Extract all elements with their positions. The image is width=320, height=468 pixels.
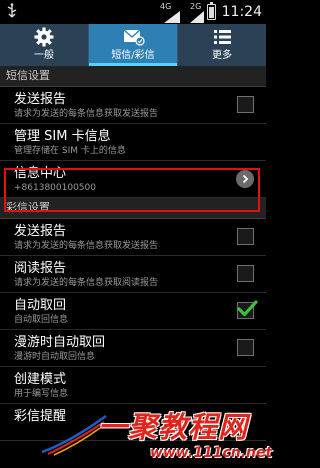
tab-sms-mms[interactable]: 短信/彩信 bbox=[89, 24, 178, 66]
usb-icon bbox=[7, 3, 17, 18]
item-subtitle: 漫游时自动取回信息 bbox=[14, 352, 96, 362]
auto-retrieve-item[interactable]: 自动取回 自动取回信息 bbox=[0, 293, 266, 330]
mms-alert-item[interactable]: 彩信提醒 bbox=[0, 404, 266, 441]
status-time: 11:24 bbox=[221, 4, 262, 20]
item-subtitle: 用于编写信息 bbox=[14, 389, 69, 399]
item-title: 彩信提醒 bbox=[14, 409, 67, 424]
message-center-number: +8613800100500 bbox=[14, 183, 96, 193]
tab-general-label: 一般 bbox=[34, 50, 54, 61]
item-subtitle: 请求为发送的每条信息获取发送报告 bbox=[14, 241, 159, 251]
creation-mode-item[interactable]: 创建模式 用于编写信息 bbox=[0, 367, 266, 404]
item-subtitle: 请求为发送的每条信息获取阅读报告 bbox=[14, 278, 159, 288]
read-report-item[interactable]: 阅读报告 请求为发送的每条信息获取阅读报告 bbox=[0, 256, 266, 293]
read-report-checkbox[interactable] bbox=[237, 265, 254, 282]
manage-sim-messages-item[interactable]: 管理 SIM 卡信息 管理存储在 SIM 卡上的信息 bbox=[0, 124, 266, 161]
message-icon bbox=[123, 29, 145, 46]
item-subtitle: 管理存储在 SIM 卡上的信息 bbox=[14, 146, 126, 156]
tab-sms-mms-label: 短信/彩信 bbox=[111, 50, 155, 61]
tab-more-label: 更多 bbox=[212, 50, 232, 61]
sms-delivery-report-checkbox[interactable] bbox=[237, 96, 254, 113]
settings-list: 短信设置 发送报告 请求为发送的每条信息获取发送报告 管理 SIM 卡信息 管理… bbox=[0, 66, 266, 441]
signal-2-icon bbox=[190, 11, 204, 23]
auto-retrieve-checkbox[interactable] bbox=[237, 300, 258, 319]
gear-icon bbox=[34, 27, 54, 47]
check-icon bbox=[237, 300, 258, 317]
roaming-auto-retrieve-item[interactable]: 漫游时自动取回 漫游时自动取回信息 bbox=[0, 330, 266, 367]
sms-delivery-report-item[interactable]: 发送报告 请求为发送的每条信息获取发送报告 bbox=[0, 87, 266, 124]
item-title: 信息中心 bbox=[14, 166, 67, 181]
item-subtitle: 请求为发送的每条信息获取发送报告 bbox=[14, 109, 159, 119]
chevron-right-icon[interactable] bbox=[236, 170, 254, 188]
item-subtitle: 自动取回信息 bbox=[14, 315, 69, 325]
item-title: 漫游时自动取回 bbox=[14, 335, 106, 350]
more-list-icon bbox=[214, 30, 231, 44]
item-title: 发送报告 bbox=[14, 224, 67, 239]
signal-1-icon bbox=[164, 11, 180, 23]
battery-icon bbox=[207, 2, 216, 20]
tab-general[interactable]: 一般 bbox=[0, 24, 89, 66]
mms-delivery-report-item[interactable]: 发送报告 请求为发送的每条信息获取发送报告 bbox=[0, 219, 266, 256]
watermark-url: www.111cn.net bbox=[150, 445, 273, 461]
item-title: 发送报告 bbox=[14, 92, 67, 107]
message-center-item[interactable]: 信息中心 +8613800100500 bbox=[0, 161, 266, 198]
item-title: 管理 SIM 卡信息 bbox=[14, 129, 111, 144]
tab-bar: 一般 短信/彩信 更多 bbox=[0, 24, 266, 66]
section-header-mms: 彩信设置 bbox=[0, 198, 266, 219]
roaming-auto-retrieve-checkbox[interactable] bbox=[237, 339, 254, 356]
section-header-sms: 短信设置 bbox=[0, 66, 266, 87]
mms-delivery-report-checkbox[interactable] bbox=[237, 228, 254, 245]
item-title: 自动取回 bbox=[14, 298, 67, 313]
item-title: 阅读报告 bbox=[14, 261, 67, 276]
tab-more[interactable]: 更多 bbox=[178, 24, 266, 66]
item-title: 创建模式 bbox=[14, 372, 67, 387]
status-bar: 4G 2G 11:24 bbox=[0, 0, 266, 24]
